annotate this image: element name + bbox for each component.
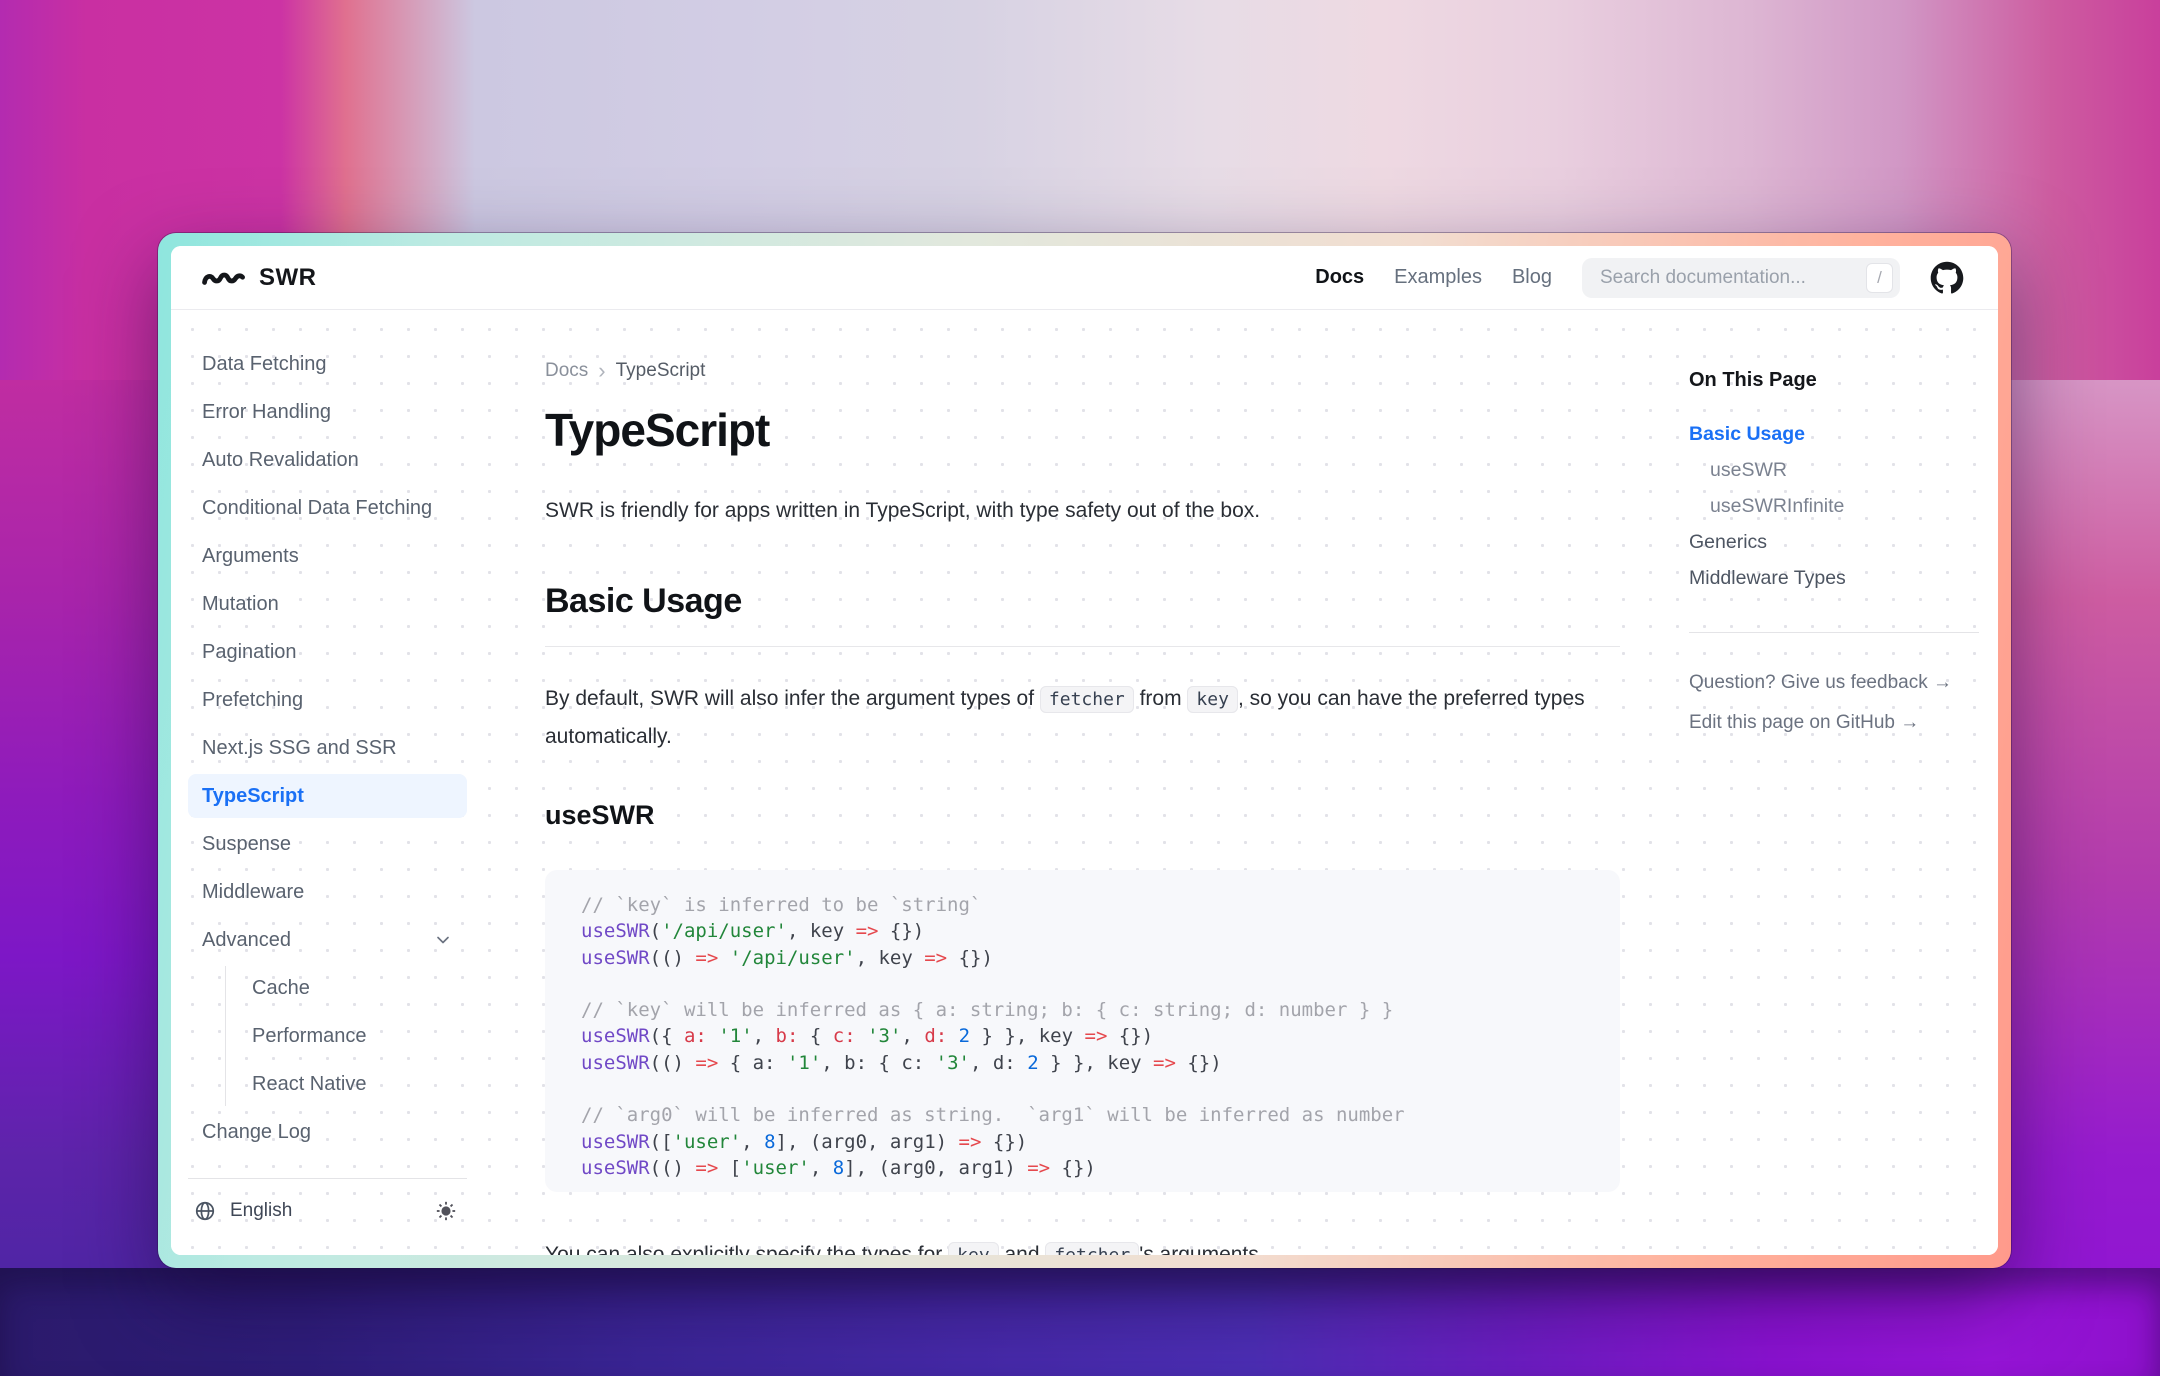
logo-text: SWR (259, 264, 317, 292)
inline-code: fetcher (1040, 686, 1134, 713)
sidebar-item-label: Cache (252, 977, 310, 1000)
code-line (581, 1076, 1584, 1102)
chevron-down-icon (433, 930, 453, 950)
navbar: SWR Docs Examples Blog / (171, 246, 1998, 310)
nav-links: Docs Examples Blog / (1315, 258, 1964, 298)
code-line: useSWR(['user', 8], (arg0, arg1) => {}) (581, 1129, 1584, 1155)
feedback-link[interactable]: Question? Give us feedback → (1689, 671, 1991, 695)
sidebar-item-pagination[interactable]: Pagination (188, 630, 467, 674)
nav-link-blog[interactable]: Blog (1512, 266, 1552, 289)
sidebar-item-prefetching[interactable]: Prefetching (188, 678, 467, 722)
sidebar-item-label: Prefetching (202, 689, 303, 712)
sidebar-item-mutation[interactable]: Mutation (188, 582, 467, 626)
sidebar-item-label: Advanced (202, 929, 291, 952)
window-content: SWR Docs Examples Blog / Data Fetching Erro… (171, 246, 1998, 1255)
sidebar-item-auto-revalidation[interactable]: Auto Revalidation (188, 438, 467, 482)
inline-code: key (1187, 686, 1238, 713)
globe-icon (194, 1200, 216, 1222)
toc-sidebar: On This Page Basic UsageuseSWRuseSWRInfi… (1689, 310, 1991, 1255)
sidebar-item-label: Middleware (202, 881, 304, 904)
sidebar-item-label: Error Handling (202, 401, 331, 424)
language-label: English (230, 1200, 292, 1222)
search-input[interactable] (1600, 267, 1866, 289)
toc-divider (1689, 632, 1979, 633)
sidebar-item-label: Auto Revalidation (202, 449, 359, 472)
inline-code: key (948, 1242, 999, 1255)
sidebar-item-data-fetching[interactable]: Data Fetching (188, 342, 467, 386)
toc-links: Question? Give us feedback → Edit this p… (1689, 671, 1991, 735)
code-block: // `key` is inferred to be `string`useSW… (545, 870, 1620, 1192)
code-line: useSWR(() => ['user', 8], (arg0, arg1) =… (581, 1155, 1584, 1181)
sidebar-item-label: React Native (252, 1073, 367, 1096)
page-title: TypeScript (545, 402, 1620, 458)
browser-window: SWR Docs Examples Blog / Data Fetching Erro… (158, 233, 2011, 1268)
theme-toggle-button[interactable] (435, 1200, 457, 1222)
sidebar-item-label: TypeScript (202, 785, 304, 808)
inline-code: fetcher (1045, 1242, 1139, 1255)
nav-link-docs[interactable]: Docs (1315, 266, 1364, 289)
sidebar-item-typescript[interactable]: TypeScript (188, 774, 467, 818)
language-row: English (188, 1185, 467, 1237)
swr-logo[interactable]: SWR (201, 264, 317, 292)
code-line: // `key` is inferred to be `string` (581, 892, 1584, 918)
code-line: useSWR('/api/user', key => {}) (581, 918, 1584, 944)
search-shortcut-key: / (1866, 263, 1893, 293)
sidebar-item-advanced[interactable]: Advanced (188, 918, 467, 962)
sidebar: Data Fetching Error Handling Auto Revalida… (171, 310, 471, 1255)
code-line: useSWR({ a: '1', b: { c: '3', d: 2 } }, … (581, 1023, 1584, 1049)
language-selector[interactable]: English (194, 1200, 292, 1222)
sidebar-item-middleware[interactable]: Middleware (188, 870, 467, 914)
sidebar-item-conditional-data-fetching[interactable]: Conditional Data Fetching (188, 486, 467, 530)
toc-item-useswr[interactable]: useSWR (1689, 452, 1991, 488)
sidebar-item-change-log[interactable]: Change Log (188, 1110, 467, 1154)
code-line: useSWR(() => '/api/user', key => {}) (581, 945, 1584, 971)
basic-usage-paragraph: By default, SWR will also infer the argu… (545, 680, 1620, 755)
toc-item-generics[interactable]: Generics (1689, 524, 1991, 560)
wallpaper-bottom (0, 1268, 2160, 1376)
sidebar-item-next-js-ssg-and-ssr[interactable]: Next.js SSG and SSR (188, 726, 467, 770)
sidebar-item-label: Data Fetching (202, 353, 327, 376)
toc-item-basic-usage[interactable]: Basic Usage (1689, 416, 1991, 452)
sidebar-item-label: Pagination (202, 641, 297, 664)
breadcrumb-separator-icon: › (598, 360, 605, 382)
edit-on-github-link[interactable]: Edit this page on GitHub → (1689, 711, 1991, 735)
sidebar-item-label: Performance (252, 1025, 367, 1048)
sidebar-item-error-handling[interactable]: Error Handling (188, 390, 467, 434)
sidebar-item-cache[interactable]: Cache (226, 966, 468, 1010)
code-line: // `key` will be inferred as { a: string… (581, 997, 1584, 1023)
page-body: Data Fetching Error Handling Auto Revalida… (171, 310, 1998, 1255)
code-line: // `arg0` will be inferred as string. `a… (581, 1102, 1584, 1128)
breadcrumb-docs[interactable]: Docs (545, 360, 588, 382)
sidebar-divider (188, 1178, 467, 1179)
toc-heading: On This Page (1689, 369, 1991, 392)
sidebar-footer: English (188, 1178, 467, 1255)
sidebar-item-label: Change Log (202, 1121, 311, 1144)
sidebar-item-react-native[interactable]: React Native (226, 1062, 468, 1106)
code-line (581, 971, 1584, 997)
bottom-paragraph: You can also explicitly specify the type… (545, 1238, 1620, 1255)
main-content: Docs › TypeScript TypeScript SWR is frie… (545, 310, 1620, 1255)
sidebar-item-label: Suspense (202, 833, 291, 856)
sidebar-item-label: Mutation (202, 593, 279, 616)
breadcrumb: Docs › TypeScript (545, 360, 1620, 382)
toc-item-middleware-types[interactable]: Middleware Types (1689, 560, 1991, 596)
sidebar-item-label: Arguments (202, 545, 299, 568)
sun-icon (435, 1200, 457, 1222)
swr-squiggle-icon (201, 265, 247, 291)
intro-paragraph: SWR is friendly for apps written in Type… (545, 494, 1620, 528)
sidebar-item-performance[interactable]: Performance (226, 1014, 468, 1058)
code-line: useSWR(() => { a: '1', b: { c: '3', d: 2… (581, 1050, 1584, 1076)
sidebar-item-label: Conditional Data Fetching (202, 497, 432, 520)
section-heading-basic-usage: Basic Usage (545, 580, 1620, 647)
breadcrumb-current: TypeScript (616, 360, 706, 382)
sidebar-item-label: Next.js SSG and SSR (202, 737, 397, 760)
github-icon[interactable] (1930, 261, 1964, 295)
search-box[interactable]: / (1582, 258, 1900, 298)
toc-item-useswrinfinite[interactable]: useSWRInfinite (1689, 488, 1991, 524)
sidebar-children: Cache Performance React Native (225, 966, 471, 1106)
sidebar-item-suspense[interactable]: Suspense (188, 822, 467, 866)
nav-link-examples[interactable]: Examples (1394, 266, 1482, 289)
sidebar-item-arguments[interactable]: Arguments (188, 534, 467, 578)
subsection-heading-useswr: useSWR (545, 797, 1620, 833)
